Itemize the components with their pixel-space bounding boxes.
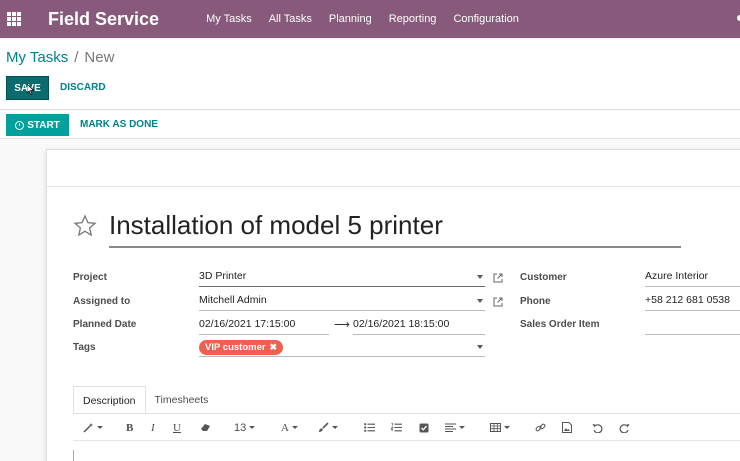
tab-description[interactable]: Description	[73, 386, 146, 414]
italic-icon[interactable]: I	[151, 421, 155, 434]
tags-label: Tags	[73, 342, 96, 353]
tag-badge: VIP customer ✖	[199, 340, 284, 355]
sales-order-item-field[interactable]	[645, 318, 740, 335]
tag-label: VIP customer	[205, 342, 266, 353]
project-value: 3D Printer	[199, 270, 247, 282]
breadcrumb-separator: /	[74, 49, 79, 66]
editor-toolbar: B I U 13 A	[73, 414, 740, 441]
planned-date-label: Planned Date	[73, 319, 137, 330]
magic-wand-icon[interactable]	[83, 421, 103, 434]
underline-icon[interactable]: U	[173, 421, 181, 434]
discard-button[interactable]: DISCARD	[60, 82, 106, 93]
undo-icon[interactable]	[592, 421, 603, 434]
paint-brush-icon[interactable]	[318, 421, 338, 434]
phone-label: Phone	[520, 296, 551, 307]
description-editor-caret[interactable]	[73, 450, 74, 461]
mouse-pointer-icon	[27, 84, 35, 95]
statusbar: START MARK AS DONE	[0, 111, 740, 139]
assigned-to-value: Mitchell Admin	[199, 294, 267, 306]
image-icon[interactable]	[562, 421, 572, 434]
start-button[interactable]: START	[6, 114, 69, 136]
nav-configuration[interactable]: Configuration	[453, 13, 518, 25]
date-range-arrow: ⟶	[334, 319, 350, 331]
external-link-icon[interactable]	[493, 273, 503, 283]
phone-field[interactable]: +58 212 681 0538	[645, 294, 740, 311]
nav-all-tasks[interactable]: All Tasks	[269, 13, 312, 25]
font-size-dropdown[interactable]: 13	[234, 421, 256, 434]
assigned-to-field[interactable]: Mitchell Admin	[199, 294, 485, 311]
customer-label: Customer	[520, 272, 567, 283]
control-panel: My Tasks / New SAVE DISCARD	[0, 38, 740, 110]
star-icon[interactable]	[73, 214, 97, 238]
nav-my-tasks[interactable]: My Tasks	[206, 13, 252, 25]
planned-start-input[interactable]: 02/16/2021 17:15:00	[199, 318, 329, 335]
notebook-tabs: Description Timesheets	[73, 386, 217, 414]
bullet-list-icon[interactable]	[364, 421, 375, 434]
table-icon[interactable]	[490, 421, 510, 434]
eraser-icon[interactable]	[200, 421, 211, 434]
chevron-down-icon[interactable]	[477, 299, 483, 303]
redo-icon[interactable]	[619, 421, 630, 434]
nav-planning[interactable]: Planning	[329, 13, 372, 25]
font-size-value: 13	[234, 421, 247, 434]
app-brand[interactable]: Field Service	[48, 9, 159, 30]
breadcrumb: My Tasks / New	[6, 49, 114, 66]
project-field[interactable]: 3D Printer	[199, 270, 485, 287]
assigned-to-label: Assigned to	[73, 296, 131, 307]
project-label: Project	[73, 272, 107, 283]
link-icon[interactable]	[535, 421, 546, 434]
main-nav: My Tasks All Tasks Planning Reporting Co…	[206, 13, 536, 25]
checklist-icon[interactable]	[419, 421, 429, 434]
chevron-down-icon[interactable]	[477, 275, 483, 279]
sheet-divider	[47, 186, 740, 187]
font-color-icon[interactable]: A	[281, 421, 298, 434]
top-navbar: Field Service My Tasks All Tasks Plannin…	[0, 0, 740, 38]
breadcrumb-current: New	[84, 49, 115, 66]
tab-timesheets[interactable]: Timesheets	[146, 386, 218, 414]
task-title-input[interactable]: Installation of model 5 printer	[109, 210, 681, 248]
nav-reporting[interactable]: Reporting	[389, 13, 437, 25]
clock-icon	[15, 120, 25, 130]
external-link-icon[interactable]	[493, 297, 503, 307]
numbered-list-icon[interactable]	[391, 421, 402, 434]
remove-tag-icon[interactable]: ✖	[270, 342, 278, 353]
breadcrumb-parent[interactable]: My Tasks	[6, 49, 68, 66]
customer-field[interactable]: Azure Interior	[645, 270, 740, 287]
sales-order-item-label: Sales Order Item	[520, 319, 600, 330]
bold-icon[interactable]: B	[126, 421, 133, 434]
planned-end-input[interactable]: 02/16/2021 18:15:00	[353, 318, 485, 335]
start-button-label: START	[27, 119, 60, 131]
mark-as-done-button[interactable]: MARK AS DONE	[80, 119, 158, 130]
apps-grid-icon[interactable]	[7, 12, 21, 26]
align-icon[interactable]	[445, 421, 465, 434]
chevron-down-icon[interactable]	[477, 345, 483, 349]
form-sheet: Installation of model 5 printer Project …	[46, 149, 740, 461]
